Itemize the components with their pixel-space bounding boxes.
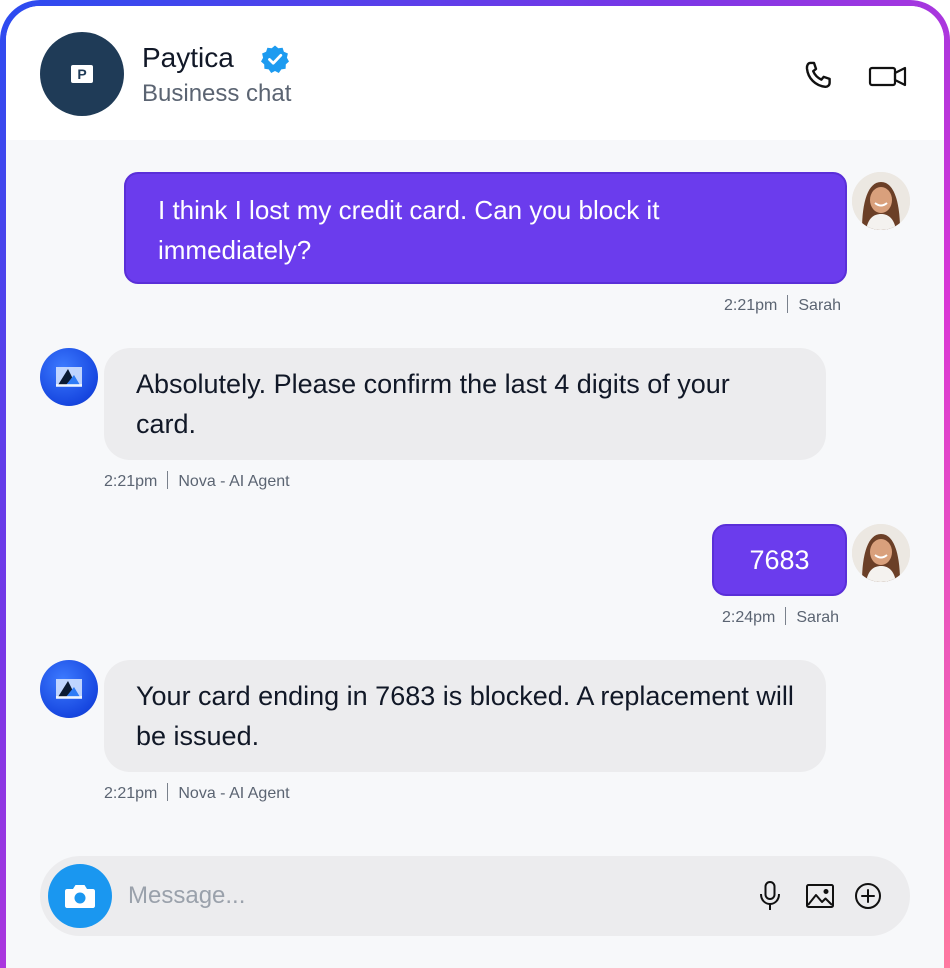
message-meta: 2:24pm Sarah [722, 607, 839, 627]
verified-badge-icon [261, 45, 289, 73]
logo-letter: P [77, 66, 86, 82]
chat-window: P Paytica Business chat I think I lost m… [6, 6, 944, 968]
message-bubble-outgoing: I think I lost my credit card. Can you b… [124, 172, 847, 284]
microphone-button[interactable] [752, 878, 788, 914]
message-time: 2:24pm [722, 609, 776, 626]
agent-avatar [40, 348, 98, 406]
message-sender: Sarah [796, 609, 840, 626]
message-text: 7683 [749, 545, 810, 575]
message-text: Absolutely. Please confirm the last 4 di… [136, 369, 730, 439]
avatar [852, 172, 910, 230]
paytica-logo-icon: P [71, 65, 93, 83]
message-time: 2:21pm [104, 473, 158, 490]
image-icon [806, 884, 834, 908]
message-sender: Sarah [798, 297, 842, 314]
message-meta: 2:21pm Nova - AI Agent [104, 471, 290, 491]
business-logo: P [40, 32, 124, 116]
meta-divider [785, 607, 787, 625]
camera-icon [65, 885, 95, 908]
camera-button[interactable] [48, 864, 112, 928]
message-meta: 2:21pm Nova - AI Agent [104, 783, 290, 803]
add-button[interactable] [850, 878, 886, 914]
message-sender: Nova - AI Agent [178, 785, 290, 802]
message-bubble-incoming: Absolutely. Please confirm the last 4 di… [104, 348, 826, 460]
chat-subtitle: Business chat [142, 80, 292, 107]
agent-logo-icon [56, 679, 82, 699]
message-meta: 2:21pm Sarah [724, 295, 841, 315]
message-text: I think I lost my credit card. Can you b… [158, 195, 660, 265]
message-input[interactable] [128, 874, 728, 918]
user-avatar-icon [852, 524, 910, 582]
user-avatar-icon [852, 172, 910, 230]
business-name: Paytica [142, 42, 234, 73]
window-frame: P Paytica Business chat I think I lost m… [0, 0, 950, 968]
chat-header: P Paytica Business chat [6, 6, 944, 140]
message-time: 2:21pm [724, 297, 778, 314]
message-time: 2:21pm [104, 785, 158, 802]
message-bubble-incoming: Your card ending in 7683 is blocked. A r… [104, 660, 826, 772]
avatar [852, 524, 910, 582]
plus-circle-icon [855, 883, 881, 909]
message-sender: Nova - AI Agent [178, 473, 290, 490]
message-text: Your card ending in 7683 is blocked. A r… [136, 681, 794, 751]
message-bubble-outgoing: 7683 [712, 524, 847, 596]
phone-icon [805, 61, 831, 88]
meta-divider [167, 783, 169, 801]
message-composer [40, 856, 910, 936]
video-call-button[interactable] [868, 58, 908, 94]
call-button[interactable] [798, 58, 838, 94]
agent-logo-icon [56, 367, 82, 387]
meta-divider [167, 471, 169, 489]
video-camera-icon [868, 66, 907, 87]
image-button[interactable] [802, 878, 838, 914]
meta-divider [787, 295, 789, 313]
agent-avatar [40, 660, 98, 718]
microphone-icon [760, 881, 780, 910]
